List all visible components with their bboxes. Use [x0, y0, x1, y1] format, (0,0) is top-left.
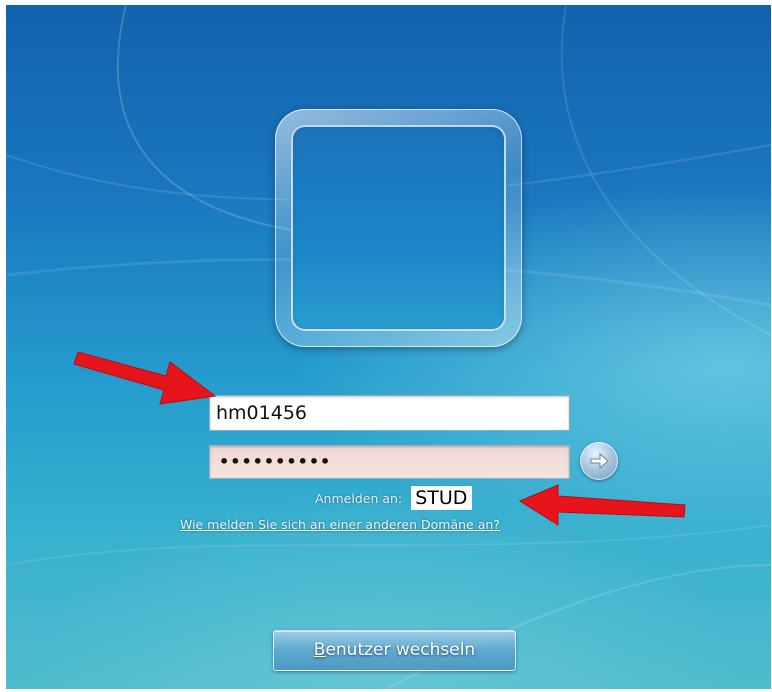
login-screen: hm01456 •••••••••• Anmelden an: STUD Wie… — [6, 5, 771, 689]
password-mask: •••••••••• — [219, 452, 332, 471]
red-arrow-icon — [518, 484, 686, 526]
submit-login-button[interactable] — [580, 442, 618, 480]
username-value: hm01456 — [216, 402, 307, 424]
other-domain-link[interactable]: Wie melden Sie sich an einer anderen Dom… — [180, 517, 500, 532]
red-arrow-icon — [73, 351, 217, 405]
domain-label: Anmelden an: — [315, 490, 403, 506]
username-input[interactable]: hm01456 — [209, 395, 570, 431]
switch-user-mnemonic: B — [313, 640, 326, 660]
domain-value: STUD — [411, 486, 473, 510]
user-picture-frame-icon — [275, 109, 522, 347]
user-picture — [291, 125, 506, 331]
arrow-right-icon — [590, 452, 609, 470]
switch-user-label: enutzer wechseln — [325, 640, 476, 660]
switch-user-button[interactable]: Benutzer wechseln — [273, 630, 516, 671]
domain-row: Anmelden an: STUD — [315, 486, 473, 512]
password-input[interactable]: •••••••••• — [209, 445, 570, 479]
